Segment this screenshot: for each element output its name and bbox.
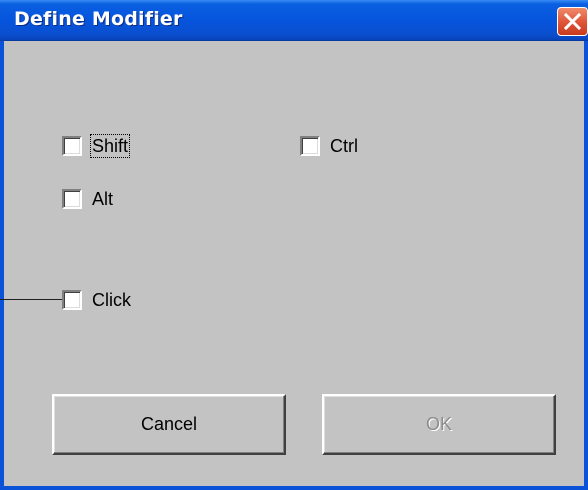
shift-checkbox[interactable]: [62, 136, 82, 156]
shift-checkbox-row[interactable]: Shift: [62, 134, 131, 158]
close-icon: [564, 13, 581, 30]
window-title: Define Modifier: [14, 8, 183, 30]
cancel-button[interactable]: Cancel: [52, 394, 286, 455]
ctrl-checkbox-row[interactable]: Ctrl: [300, 134, 359, 158]
alt-label[interactable]: Alt: [91, 188, 114, 210]
click-checkbox[interactable]: [62, 290, 82, 310]
ctrl-checkbox[interactable]: [300, 136, 320, 156]
ok-button[interactable]: OK: [322, 394, 556, 455]
ctrl-label[interactable]: Ctrl: [329, 135, 359, 157]
shift-label[interactable]: Shift: [89, 134, 131, 158]
close-button[interactable]: [557, 7, 588, 36]
pointer-line: [0, 299, 66, 300]
click-checkbox-row[interactable]: Click: [62, 288, 132, 312]
define-modifier-dialog: Define Modifier Shift Ctrl Alt Click Can…: [0, 0, 588, 490]
alt-checkbox[interactable]: [62, 189, 82, 209]
click-label[interactable]: Click: [91, 289, 132, 311]
title-bar[interactable]: Define Modifier: [0, 0, 588, 41]
alt-checkbox-row[interactable]: Alt: [62, 187, 114, 211]
